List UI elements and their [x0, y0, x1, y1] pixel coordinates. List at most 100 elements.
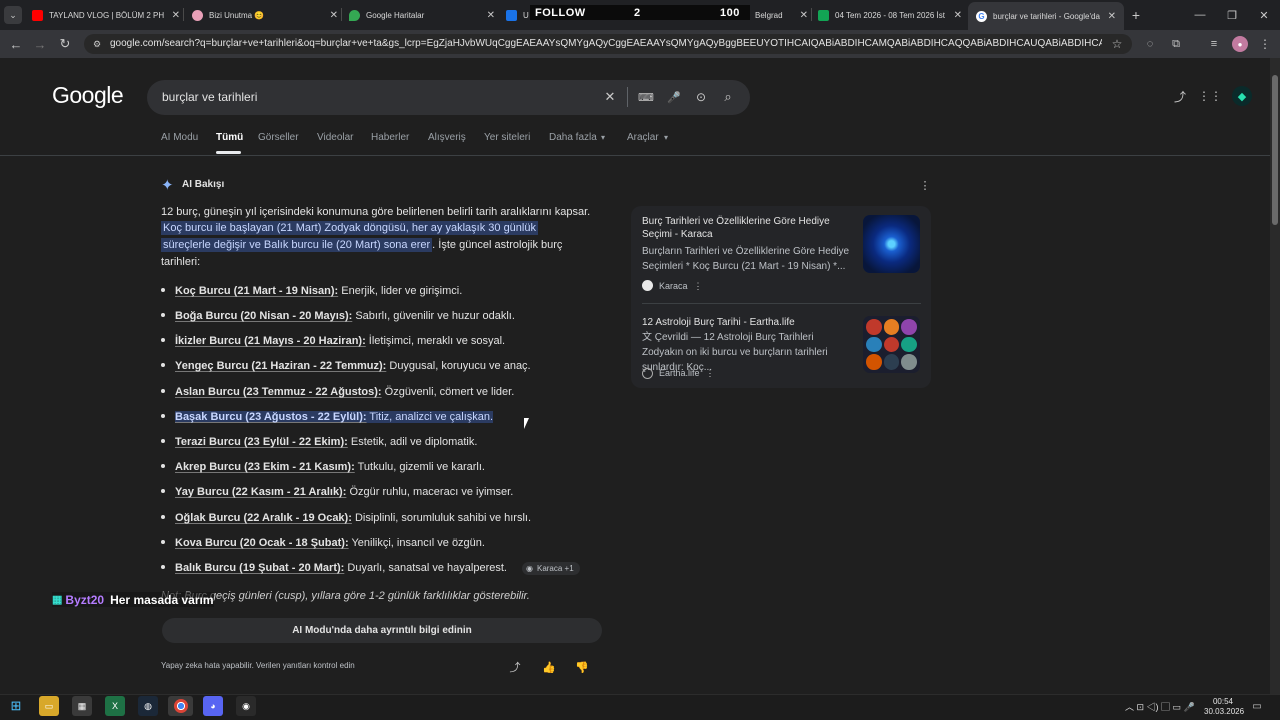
chrome-icon[interactable]	[168, 696, 193, 716]
source-site[interactable]: Eartha.life	[659, 368, 700, 378]
site-info-icon[interactable]: ⚙	[90, 37, 104, 51]
close-icon[interactable]: ✕	[800, 10, 808, 21]
scrollbar-thumb[interactable]	[1272, 75, 1278, 225]
nav-shopping[interactable]: Alışveriş	[428, 132, 466, 143]
youtube-icon	[32, 9, 43, 21]
zodiac-sign-dates[interactable]: Terazi Burcu (23 Eylül - 22 Ekim):	[175, 436, 348, 448]
apps-grid-icon[interactable]: ⋮⋮	[1198, 88, 1222, 104]
close-icon[interactable]: ✕	[487, 10, 495, 21]
forward-icon[interactable]: →	[32, 36, 48, 52]
source-title[interactable]: Burç Tarihleri ve Özelliklerine Göre Hed…	[642, 215, 857, 241]
zodiac-item-content: Koç Burcu (21 Mart - 19 Nisan): Enerjik,…	[175, 285, 462, 297]
zodiac-sign-traits: Tutkulu, gizemli ve kararlı.	[354, 461, 485, 473]
google-logo[interactable]: Google	[52, 82, 124, 109]
eartha-favicon-icon	[642, 368, 653, 379]
system-clock[interactable]: 00:54 30.03.2026	[1204, 697, 1244, 717]
bookmark-star-icon[interactable]: ☆	[1109, 36, 1125, 52]
close-icon[interactable]: ✕	[1108, 11, 1116, 22]
lens-camera-icon[interactable]: ⊙	[693, 89, 709, 105]
zodiac-sign-dates[interactable]: Koç Burcu (21 Mart - 19 Nisan):	[175, 285, 338, 297]
tab-google-search-active[interactable]: G burçlar ve tarihleri - Google'da ✕	[968, 2, 1124, 30]
zodiac-sign-dates[interactable]: Akrep Burcu (23 Ekim - 21 Kasım):	[175, 461, 355, 473]
tab-hotel-dates[interactable]: 04 Tem 2026 - 08 Tem 2026 İst ✕	[818, 4, 962, 26]
url-text[interactable]: google.com/search?q=burçlar+ve+tarihleri…	[110, 38, 1102, 49]
file-explorer-icon[interactable]: ▭	[39, 696, 59, 716]
zodiac-sign-dates[interactable]: Yay Burcu (22 Kasım - 21 Aralık):	[175, 486, 346, 498]
close-icon[interactable]: ✕	[954, 10, 962, 21]
ai-mode-more-button[interactable]: AI Modu'nda daha ayrıntılı bilgi edinin	[162, 618, 602, 643]
minimize-icon[interactable]: —	[1192, 7, 1208, 23]
source-chip[interactable]: ◉ Karaca +1	[522, 562, 580, 575]
site-icon	[506, 9, 517, 21]
source-more-icon[interactable]: ⋮	[704, 366, 716, 380]
nav-images[interactable]: Görseller	[258, 132, 299, 143]
discord-icon[interactable]: ◕	[203, 696, 223, 716]
source-more-icon[interactable]: ⋮	[692, 279, 704, 293]
nav-all[interactable]: Tümü	[216, 132, 243, 143]
notification-icon[interactable]: ▭	[1250, 699, 1264, 713]
search-input[interactable]: burçlar ve tarihleri	[162, 90, 257, 104]
nav-tools[interactable]: Araçlar	[627, 132, 659, 143]
profile-gem-avatar[interactable]: ◆	[1232, 86, 1252, 106]
tab-bizi-unutma[interactable]: Bizi Unutma 😊 ✕	[192, 4, 338, 26]
zodiac-signs-thumbnail[interactable]	[863, 316, 920, 373]
sign-icon	[883, 319, 900, 335]
zodiac-item-content: Kova Burcu (20 Ocak - 18 Şubat): Yenilik…	[175, 537, 485, 549]
close-icon[interactable]: ✕	[330, 10, 338, 21]
profile-avatar[interactable]: ●	[1232, 36, 1248, 52]
reload-icon[interactable]: ↻	[57, 36, 73, 52]
zodiac-sign-dates[interactable]: Boğa Burcu (20 Nisan - 20 Mayıs):	[175, 310, 352, 322]
new-tab-icon[interactable]: +	[1128, 7, 1144, 23]
tray-icons[interactable]: ︿ ⊡ ◁) ▢ ▭ 🎤	[1125, 700, 1195, 713]
zodiac-wheel-thumbnail[interactable]	[863, 215, 920, 273]
microphone-icon[interactable]: 🎤	[666, 89, 682, 105]
obs-icon[interactable]: ◉	[236, 696, 256, 716]
search-icon[interactable]: ⌕	[720, 89, 736, 105]
share-icon[interactable]: ⤴	[1172, 88, 1188, 104]
nav-ai-mode[interactable]: AI Modu	[161, 132, 198, 143]
keyboard-icon[interactable]: ⌨	[638, 89, 654, 105]
zodiac-list-item: Yengeç Burcu (21 Haziran - 22 Temmuz): D…	[161, 360, 531, 372]
tab-belgrad[interactable]: Belgrad ✕	[752, 4, 808, 26]
windows-start-icon[interactable]: ⊞	[6, 696, 26, 716]
extensions-puzzle-icon[interactable]: ⧉	[1168, 36, 1184, 52]
share-icon[interactable]: ⤴	[507, 659, 523, 675]
tab-search-icon[interactable]: ⌄	[4, 6, 22, 24]
thumbs-up-icon[interactable]: 👍	[541, 659, 557, 675]
zodiac-sign-dates[interactable]: Başak Burcu (23 Ağustos - 22 Eylül):	[175, 411, 367, 423]
nav-news[interactable]: Haberler	[371, 132, 409, 143]
steam-icon[interactable]: ◍	[138, 696, 158, 716]
source-site[interactable]: Karaca	[659, 281, 688, 291]
zodiac-sign-dates[interactable]: Oğlak Burcu (22 Aralık - 19 Ocak):	[175, 512, 352, 524]
zodiac-sign-dates[interactable]: Yengeç Burcu (21 Haziran - 22 Temmuz):	[175, 360, 386, 372]
zodiac-sign-traits: Özgüvenli, cömert ve lider.	[381, 386, 515, 398]
more-options-icon[interactable]: ⋮	[918, 178, 932, 192]
menu-icon[interactable]: ⋮	[1258, 36, 1272, 52]
excel-icon[interactable]: X	[105, 696, 125, 716]
zodiac-sign-dates[interactable]: Aslan Burcu (23 Temmuz - 22 Ağustos):	[175, 386, 382, 398]
close-icon[interactable]: ✕	[172, 10, 180, 21]
nav-videos[interactable]: Videolar	[317, 132, 354, 143]
nav-places[interactable]: Yer siteleri	[484, 132, 530, 143]
calculator-icon[interactable]: ▦	[72, 696, 92, 716]
zodiac-list-item: Koç Burcu (21 Mart - 19 Nisan): Enerjik,…	[161, 285, 462, 297]
sign-icon	[866, 354, 882, 370]
tab-tayland-vlog[interactable]: TAYLAND VLOG | BÖLÜM 2 PH ✕	[32, 4, 180, 26]
restore-icon[interactable]: ❐	[1224, 7, 1240, 23]
zodiac-list-item: Terazi Burcu (23 Eylül - 22 Ekim): Estet…	[161, 436, 477, 448]
zodiac-sign-dates[interactable]: Balık Burcu (19 Şubat - 20 Mart):	[175, 562, 344, 574]
source-title[interactable]: 12 Astroloji Burç Tarihi - Eartha.life	[642, 316, 857, 329]
extension-icon[interactable]: ◌	[1142, 36, 1158, 52]
zodiac-item-content: Oğlak Burcu (22 Aralık - 19 Ocak): Disip…	[175, 512, 531, 524]
zodiac-sign-dates[interactable]: Kova Burcu (20 Ocak - 18 Şubat):	[175, 537, 349, 549]
zodiac-sign-dates[interactable]: İkizler Burcu (21 Mayıs - 20 Haziran):	[175, 335, 366, 347]
bullet-dot	[161, 439, 165, 444]
reading-list-icon[interactable]: ≡	[1206, 36, 1222, 52]
close-window-icon[interactable]: ✕	[1256, 7, 1272, 23]
tab-google-maps[interactable]: Google Haritalar ✕	[349, 4, 495, 26]
thumbs-down-icon[interactable]: 👎	[574, 659, 590, 675]
clear-icon[interactable]: ✕	[602, 89, 618, 105]
back-icon[interactable]: ←	[8, 36, 24, 52]
nav-more[interactable]: Daha fazla	[549, 132, 597, 143]
zodiac-list-item: Boğa Burcu (20 Nisan - 20 Mayıs): Sabırl…	[161, 310, 515, 322]
